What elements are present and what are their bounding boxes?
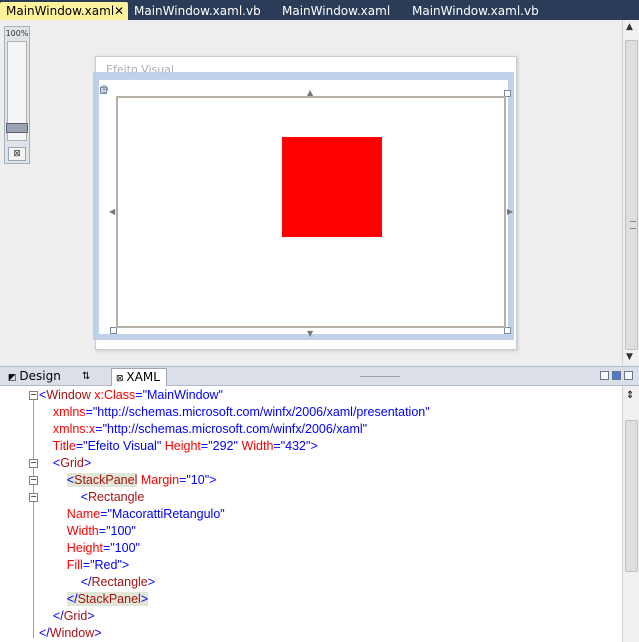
tab-label: MainWindow.xaml [282,4,391,18]
code-line: </Rectangle> [80,575,156,589]
tab-mainwindow-xaml-2[interactable]: MainWindow.xaml [276,2,406,20]
splitter-grip[interactable] [360,376,400,377]
design-tab-label: Design [19,369,61,383]
code-line: xmlns:x="http://schemas.microsoft.com/wi… [52,422,368,436]
collapse-pane-icon[interactable] [624,371,633,380]
tab-label: MainWindow.xaml [6,4,115,18]
code-line: xmlns="http://schemas.microsoft.com/winf… [52,405,430,419]
triangle-left-icon: ◀ [109,207,116,216]
window-preview[interactable]: Efeito Visual ▲ ▼ ◀ ▶ ⊕ [93,56,517,350]
red-rectangle[interactable] [282,137,382,237]
collapse-region-icon[interactable]: − [29,391,38,400]
vertical-split-icon[interactable] [600,371,609,380]
tab-xaml[interactable]: ⊠ XAML [111,368,167,386]
split-editor-icon[interactable]: ⇕ [626,390,634,401]
xaml-view-icon: ⊠ [116,374,127,384]
tab-label: MainWindow.xaml.vb [412,4,539,18]
resize-handle[interactable] [110,327,117,334]
code-line: </Grid> [52,609,95,623]
fold-guide [33,400,34,638]
designer-vertical-scrollbar[interactable]: ▲ ▼ [622,20,639,365]
triangle-down-icon: ▼ [307,329,314,338]
design-view-icon: ◩ [8,373,20,383]
tab-design[interactable]: ◩ Design [8,368,61,385]
editor-vertical-scrollbar[interactable]: ⇕ [622,386,639,642]
scroll-down-icon[interactable]: ▼ [626,352,633,362]
swap-panes-icon[interactable]: ⇅ [82,368,90,385]
resize-handle[interactable] [504,327,511,334]
code-line: </Window> [39,626,102,640]
fit-to-window-icon[interactable]: ⊠ [8,147,26,161]
close-icon[interactable]: ✕ [114,2,124,20]
zoom-slider-thumb[interactable] [6,123,28,133]
code-line: <Rectangle [80,490,145,504]
code-line: Width="100" [66,524,136,538]
scrollbar-thumb[interactable] [625,420,638,572]
zoom-level-label: 100% [5,29,29,38]
triangle-right-icon: ▶ [507,207,514,216]
code-line: <StackPanel Margin="10"> [66,473,217,487]
collapse-region-icon[interactable]: − [29,476,38,485]
scroll-up-icon[interactable]: ▲ [626,22,633,32]
zoom-slider[interactable] [6,41,28,141]
tab-label: MainWindow.xaml.vb [134,4,261,18]
xaml-tab-label: XAML [126,370,160,384]
collapse-region-icon[interactable]: − [29,493,38,502]
code-line: <Grid> [52,456,92,470]
triangle-up-icon: ▲ [307,88,314,97]
collapse-region-icon[interactable]: − [29,459,38,468]
tab-mainwindow-xaml[interactable]: MainWindow.xaml ✕ [0,2,128,20]
view-switcher-bar: ◩ Design ⇅ ⊠ XAML [0,366,639,386]
code-line: Height="100" [66,541,140,555]
zoom-control: 100% ⊠ [4,26,30,164]
code-line: Title="Efeito Visual" Height="292" Width… [52,439,318,453]
grid-element[interactable] [116,96,506,328]
code-line: <Window x:Class="MainWindow" [39,388,223,402]
horizontal-split-icon[interactable] [612,371,621,380]
code-line: </StackPanel> [66,592,149,606]
move-handle-icon[interactable]: ⊕ [99,82,109,96]
code-line: Fill="Red"> [66,558,130,572]
document-tab-bar: MainWindow.xaml ✕ MainWindow.xaml.vb Mai… [0,0,639,20]
tab-mainwindow-xaml-vb-2[interactable]: MainWindow.xaml.vb [406,2,556,20]
tab-mainwindow-xaml-vb[interactable]: MainWindow.xaml.vb [128,2,276,20]
code-line: Name="MacorattiRetangulo" [66,507,225,521]
scrollbar-thumb[interactable] [625,40,638,350]
